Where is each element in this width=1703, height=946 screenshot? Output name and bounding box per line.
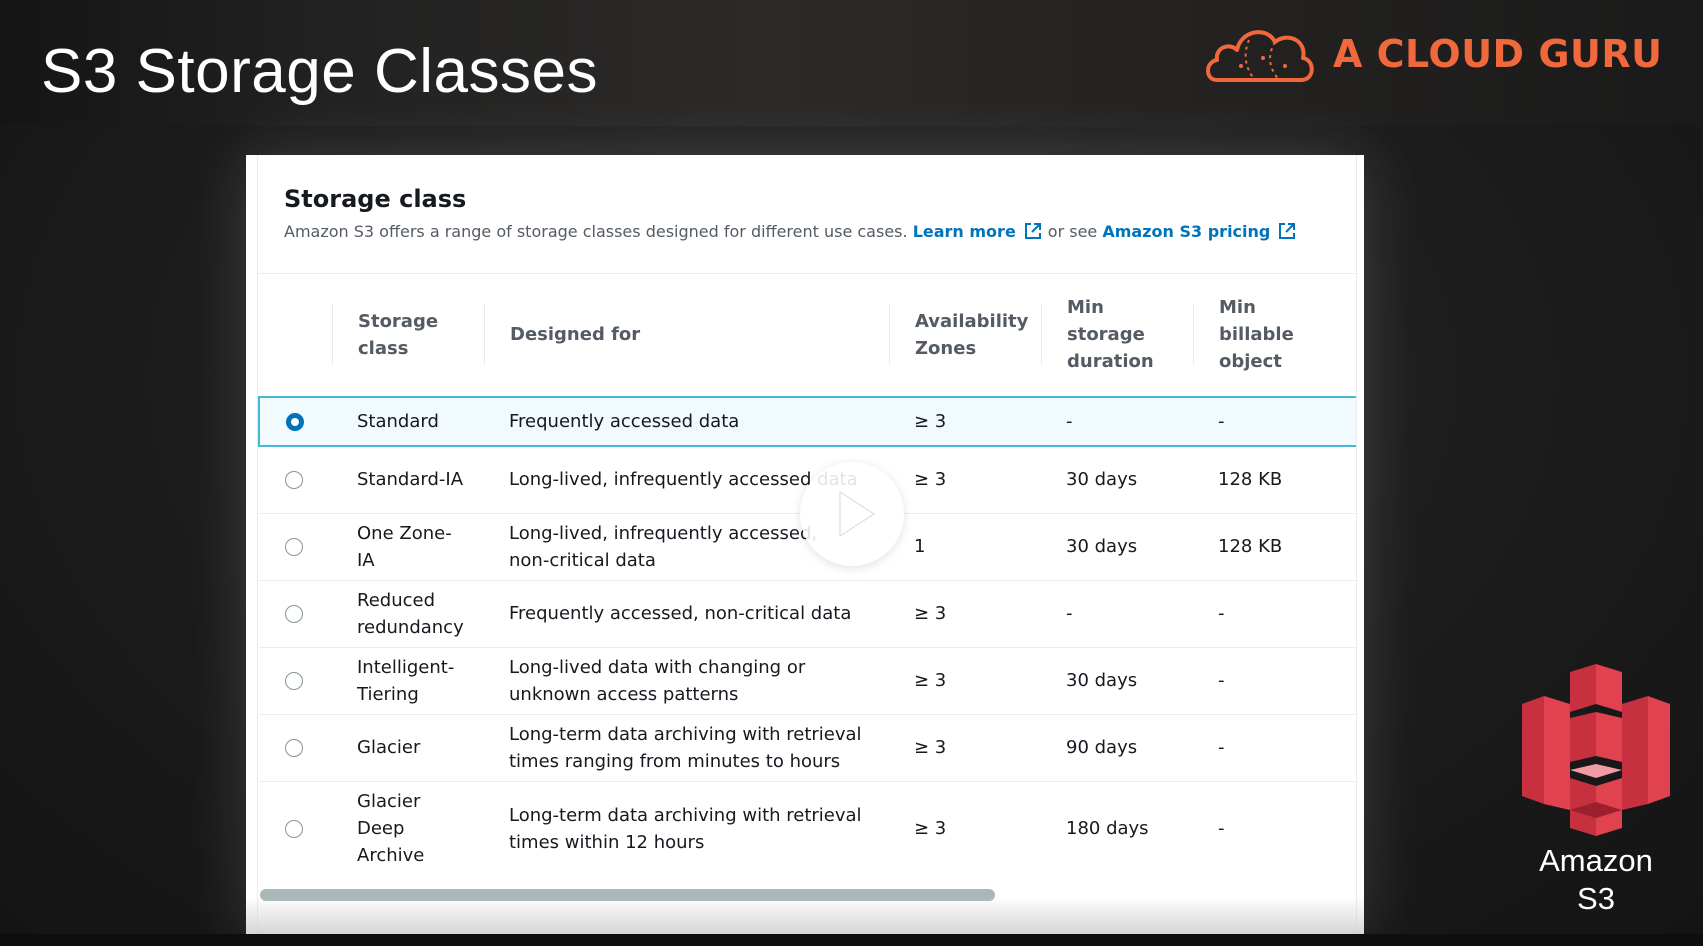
az-cell: 1 <box>889 512 1041 580</box>
min-billable-cell: - <box>1193 396 1356 447</box>
cloud-logo-icon <box>1203 18 1315 91</box>
row-radio-cell[interactable] <box>259 579 332 647</box>
s3-label-line2: S3 <box>1577 881 1615 916</box>
external-link-icon[interactable] <box>1278 222 1296 240</box>
az-cell: ≥ 3 <box>889 646 1041 714</box>
brand-logo: A CLOUD GURU <box>1203 18 1662 90</box>
min-billable-cell: 128 KB <box>1193 512 1356 580</box>
az-cell: ≥ 3 <box>889 445 1041 513</box>
storage-class-cell: One Zone-IA <box>332 512 484 580</box>
radio-button[interactable] <box>285 470 303 489</box>
designed-for-cell: Long-term data archiving with retrieval … <box>484 780 889 876</box>
min-billable-cell: - <box>1193 579 1356 647</box>
card-description: Amazon S3 offers a range of storage clas… <box>284 222 1302 241</box>
table-row[interactable]: Reduced redundancy Frequently accessed, … <box>259 579 1356 647</box>
designed-for-cell: Frequently accessed data <box>484 396 889 447</box>
min-billable-cell: - <box>1193 780 1356 876</box>
bottom-bar <box>0 934 1703 946</box>
radio-button-selected[interactable] <box>286 412 304 431</box>
row-radio-cell[interactable] <box>258 396 332 447</box>
min-billable-cell: - <box>1193 713 1356 781</box>
storage-class-cell: Glacier Deep Archive <box>332 780 484 876</box>
min-billable-cell: 128 KB <box>1193 445 1356 513</box>
storage-class-cell: Reduced redundancy <box>332 579 484 647</box>
min-billable-cell: - <box>1193 646 1356 714</box>
storage-class-cell: Standard-IA <box>332 445 484 513</box>
az-cell: ≥ 3 <box>889 396 1041 447</box>
header-designed-for[interactable]: Designed for <box>484 273 889 397</box>
designed-for-cell: Long-lived data with changing or unknown… <box>484 646 889 714</box>
header-min-billable-object[interactable]: Min billable object <box>1193 273 1356 397</box>
video-frame: S3 Storage Classes A CLOUD GURU Storage … <box>0 0 1703 946</box>
min-duration-cell: - <box>1041 579 1193 647</box>
amazon-s3-icon <box>1520 660 1672 845</box>
pricing-link[interactable]: Amazon S3 pricing <box>1102 222 1270 241</box>
table-row[interactable]: Standard Frequently accessed data ≥ 3 - … <box>258 396 1356 447</box>
header-min-storage-duration[interactable]: Min storage duration <box>1041 273 1193 397</box>
brand-name: A CLOUD GURU <box>1333 32 1663 76</box>
header-availability-zones[interactable]: Availability Zones <box>889 273 1041 397</box>
row-radio-cell[interactable] <box>259 713 332 781</box>
s3-label-line1: Amazon <box>1539 843 1653 878</box>
row-radio-cell[interactable] <box>259 780 332 876</box>
reflection-fade <box>246 897 1364 937</box>
or-see-text: or see <box>1047 222 1098 241</box>
min-duration-cell: 90 days <box>1041 713 1193 781</box>
table-row[interactable]: Intelligent-Tiering Long-lived data with… <box>259 646 1356 714</box>
radio-button[interactable] <box>285 671 303 690</box>
storage-class-cell: Glacier <box>332 713 484 781</box>
min-duration-cell: - <box>1041 396 1193 447</box>
az-cell: ≥ 3 <box>889 579 1041 647</box>
radio-button[interactable] <box>285 738 303 757</box>
header-storage-class[interactable]: Storage class <box>332 273 484 397</box>
min-duration-cell: 180 days <box>1041 780 1193 876</box>
header-select <box>259 273 332 397</box>
radio-button[interactable] <box>285 537 303 556</box>
card-title: Storage class <box>284 185 467 213</box>
az-cell: ≥ 3 <box>889 713 1041 781</box>
designed-for-cell: Frequently accessed, non-critical data <box>484 579 889 647</box>
s3-label: Amazon S3 <box>1520 842 1672 918</box>
min-duration-cell: 30 days <box>1041 512 1193 580</box>
storage-class-table: Storage class Designed for Availability … <box>258 273 1356 876</box>
row-radio-cell[interactable] <box>259 445 332 513</box>
row-radio-cell[interactable] <box>259 646 332 714</box>
storage-class-panel: Storage class Amazon S3 offers a range o… <box>246 155 1364 937</box>
storage-class-cell: Intelligent-Tiering <box>332 646 484 714</box>
min-duration-cell: 30 days <box>1041 445 1193 513</box>
slide-title: S3 Storage Classes <box>41 37 598 106</box>
external-link-icon[interactable] <box>1024 222 1042 240</box>
radio-button[interactable] <box>285 819 303 838</box>
table-row[interactable]: Glacier Long-term data archiving with re… <box>259 713 1356 781</box>
table-header-row: Storage class Designed for Availability … <box>259 273 1356 397</box>
min-duration-cell: 30 days <box>1041 646 1193 714</box>
learn-more-link[interactable]: Learn more <box>913 222 1016 241</box>
table-row[interactable]: Glacier Deep Archive Long-term data arch… <box>259 780 1356 876</box>
play-button[interactable] <box>800 462 904 566</box>
storage-class-card: Storage class Amazon S3 offers a range o… <box>257 155 1357 937</box>
storage-class-cell: Standard <box>332 396 484 447</box>
designed-for-cell: Long-term data archiving with retrieval … <box>484 713 889 781</box>
description-text: Amazon S3 offers a range of storage clas… <box>284 222 908 241</box>
card-header: Storage class Amazon S3 offers a range o… <box>258 155 1356 274</box>
az-cell: ≥ 3 <box>889 780 1041 876</box>
radio-button[interactable] <box>285 604 303 623</box>
row-radio-cell[interactable] <box>259 512 332 580</box>
